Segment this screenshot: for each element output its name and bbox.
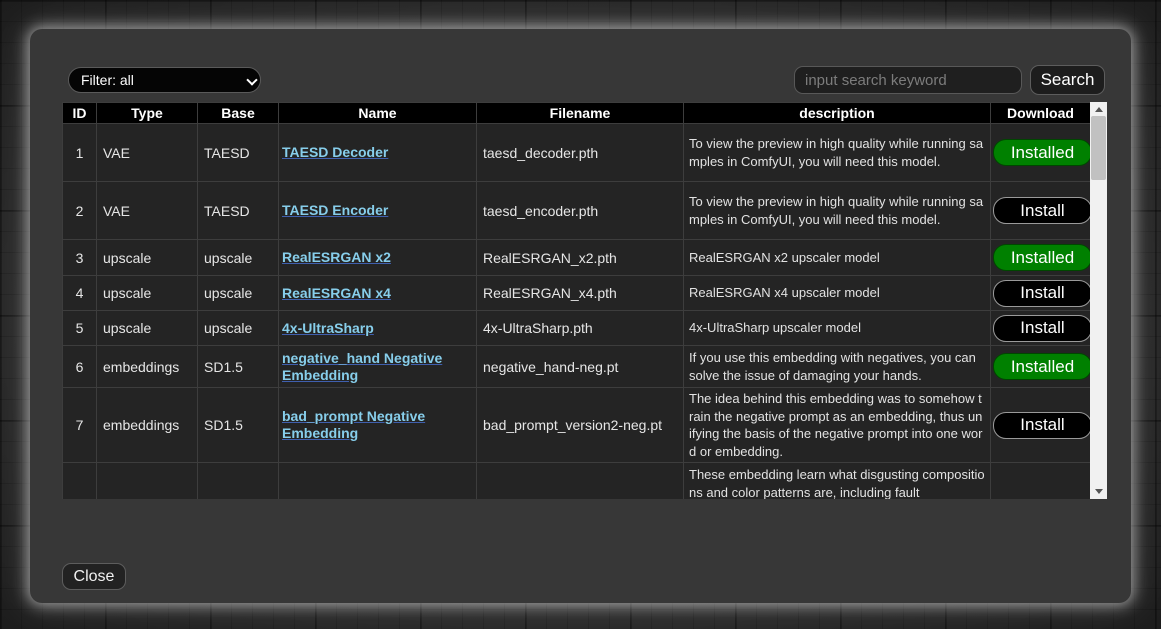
cell-download xyxy=(991,463,1091,500)
column-header-type: Type xyxy=(97,103,198,124)
column-header-description: description xyxy=(684,103,991,124)
cell-base: TAESD xyxy=(198,182,279,240)
table-row: 5upscaleupscale4x-UltraSharp4x-UltraShar… xyxy=(63,311,1091,346)
model-name-link[interactable]: negative_hand Negative Embedding xyxy=(282,350,442,383)
models-table-container: IDTypeBaseNameFilenamedescriptionDownloa… xyxy=(62,102,1107,499)
cell-description: RealESRGAN x4 upscaler model xyxy=(684,276,991,311)
table-row: 4upscaleupscaleRealESRGAN x4RealESRGAN_x… xyxy=(63,276,1091,311)
cell-description: If you use this embedding with negatives… xyxy=(684,346,991,388)
cell-type: embeddings xyxy=(97,346,198,388)
cell-download: Installed xyxy=(991,240,1091,276)
column-header-download: Download xyxy=(991,103,1091,124)
model-name-link[interactable]: TAESD Decoder xyxy=(282,144,388,160)
column-header-filename: Filename xyxy=(477,103,684,124)
table-row: 2VAETAESDTAESD Encoder taesd_encoder.pthT… xyxy=(63,182,1091,240)
cell-download: Install xyxy=(991,276,1091,311)
cell-filename: taesd_decoder.pth xyxy=(477,124,684,182)
cell-type: upscale xyxy=(97,240,198,276)
cell-type xyxy=(97,463,198,500)
cell-download: Install xyxy=(991,182,1091,240)
table-row: 3upscaleupscaleRealESRGAN x2RealESRGAN_x… xyxy=(63,240,1091,276)
cell-id: 3 xyxy=(63,240,97,276)
cell-filename: negative_hand-neg.pt xyxy=(477,346,684,388)
cell-download: Installed xyxy=(991,124,1091,182)
cell-id: 6 xyxy=(63,346,97,388)
cell-description: These embedding learn what disgusting co… xyxy=(684,463,991,500)
table-row: These embedding learn what disgusting co… xyxy=(63,463,1091,500)
cell-name: TAESD Encoder xyxy=(279,182,477,240)
cell-id: 7 xyxy=(63,388,97,463)
cell-download: Install xyxy=(991,311,1091,346)
models-table: IDTypeBaseNameFilenamedescriptionDownloa… xyxy=(62,102,1091,499)
scrollbar-up-arrow-icon[interactable] xyxy=(1090,102,1107,117)
scrollbar-thumb[interactable] xyxy=(1091,116,1106,180)
cell-name: bad_prompt Negative Embedding xyxy=(279,388,477,463)
table-scrollbar[interactable] xyxy=(1090,102,1107,499)
column-header-id: ID xyxy=(63,103,97,124)
install-button[interactable]: Install xyxy=(993,412,1092,439)
cell-filename: bad_prompt_version2-neg.pt xyxy=(477,388,684,463)
cell-type: VAE xyxy=(97,124,198,182)
cell-base: SD1.5 xyxy=(198,346,279,388)
cell-id: 2 xyxy=(63,182,97,240)
cell-type: upscale xyxy=(97,311,198,346)
models-table-body: 1VAETAESDTAESD Decodertaesd_decoder.pthT… xyxy=(63,124,1091,500)
installed-button[interactable]: Installed xyxy=(993,244,1092,271)
cell-id: 5 xyxy=(63,311,97,346)
cell-base xyxy=(198,463,279,500)
cell-id: 4 xyxy=(63,276,97,311)
cell-description: To view the preview in high quality whil… xyxy=(684,124,991,182)
cell-filename: RealESRGAN_x4.pth xyxy=(477,276,684,311)
model-name-link[interactable]: RealESRGAN x2 xyxy=(282,249,391,265)
table-header-row: IDTypeBaseNameFilenamedescriptionDownloa… xyxy=(63,103,1091,124)
cell-base: SD1.5 xyxy=(198,388,279,463)
install-button[interactable]: Install xyxy=(993,315,1092,342)
cell-id xyxy=(63,463,97,500)
cell-name: TAESD Decoder xyxy=(279,124,477,182)
install-button[interactable]: Install xyxy=(993,280,1092,307)
model-name-link[interactable]: bad_prompt Negative Embedding xyxy=(282,408,425,441)
table-row: 6embeddingsSD1.5negative_hand Negative E… xyxy=(63,346,1091,388)
cell-filename: taesd_encoder.pth xyxy=(477,182,684,240)
scrollbar-down-arrow-icon[interactable] xyxy=(1090,484,1107,499)
install-button[interactable]: Install xyxy=(993,197,1092,224)
cell-base: upscale xyxy=(198,276,279,311)
cell-description: RealESRGAN x2 upscaler model xyxy=(684,240,991,276)
cell-filename xyxy=(477,463,684,500)
installed-button[interactable]: Installed xyxy=(993,139,1092,166)
cell-name: RealESRGAN x2 xyxy=(279,240,477,276)
table-row: 7embeddingsSD1.5bad_prompt Negative Embe… xyxy=(63,388,1091,463)
cell-download: Installed xyxy=(991,346,1091,388)
cell-base: upscale xyxy=(198,240,279,276)
cell-filename: 4x-UltraSharp.pth xyxy=(477,311,684,346)
column-header-base: Base xyxy=(198,103,279,124)
search-input[interactable] xyxy=(794,66,1022,94)
column-header-name: Name xyxy=(279,103,477,124)
cell-description: 4x-UltraSharp upscaler model xyxy=(684,311,991,346)
model-name-link[interactable]: TAESD Encoder xyxy=(282,202,388,218)
filter-select[interactable]: Filter: all xyxy=(68,67,261,93)
cell-base: TAESD xyxy=(198,124,279,182)
model-name-link[interactable]: 4x-UltraSharp xyxy=(282,320,374,336)
model-name-link[interactable]: RealESRGAN x4 xyxy=(282,285,391,301)
cell-type: VAE xyxy=(97,182,198,240)
install-models-dialog: Filter: all Search IDTypeBaseNameFilenam… xyxy=(30,29,1131,603)
cell-name xyxy=(279,463,477,500)
cell-base: upscale xyxy=(198,311,279,346)
cell-description: To view the preview in high quality whil… xyxy=(684,182,991,240)
cell-download: Install xyxy=(991,388,1091,463)
cell-type: embeddings xyxy=(97,388,198,463)
cell-type: upscale xyxy=(97,276,198,311)
cell-id: 1 xyxy=(63,124,97,182)
cell-filename: RealESRGAN_x2.pth xyxy=(477,240,684,276)
cell-name: negative_hand Negative Embedding xyxy=(279,346,477,388)
search-button[interactable]: Search xyxy=(1030,65,1105,95)
installed-button[interactable]: Installed xyxy=(993,353,1092,380)
cell-name: RealESRGAN x4 xyxy=(279,276,477,311)
close-button[interactable]: Close xyxy=(62,563,126,590)
cell-description: The idea behind this embedding was to so… xyxy=(684,388,991,463)
table-row: 1VAETAESDTAESD Decoder taesd_decoder.pthT… xyxy=(63,124,1091,182)
cell-name: 4x-UltraSharp xyxy=(279,311,477,346)
